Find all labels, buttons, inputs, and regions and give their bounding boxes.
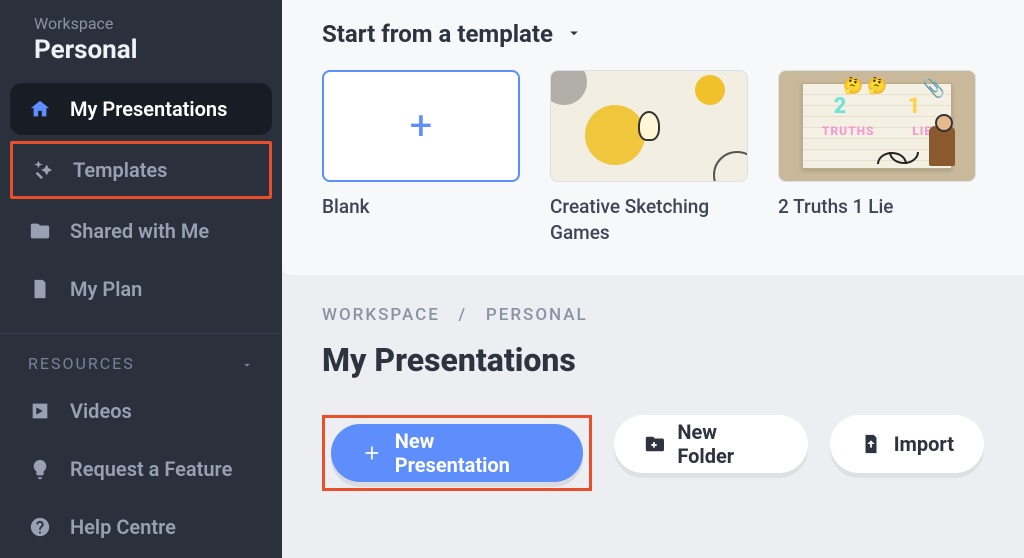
- sidebar-item-my-presentations[interactable]: My Presentations: [10, 83, 272, 135]
- divider: [0, 333, 282, 334]
- sidebar-item-label: Templates: [73, 158, 167, 182]
- new-presentation-button[interactable]: New Presentation: [331, 424, 583, 482]
- template-thumb-sketching: [550, 70, 748, 182]
- folder-plus-icon: [644, 433, 666, 455]
- breadcrumb-current: PERSONAL: [486, 305, 588, 325]
- button-label: New Presentation: [395, 429, 553, 477]
- workspace-header[interactable]: Workspace Personal: [0, 14, 282, 77]
- emoji-icon: 🤔: [843, 76, 863, 95]
- sidebar-item-templates[interactable]: Templates: [10, 141, 272, 199]
- help-icon: [28, 515, 52, 539]
- template-card-blank[interactable]: + Blank: [322, 70, 520, 245]
- caret-down-icon: [565, 20, 583, 48]
- sidebar-item-my-plan[interactable]: My Plan: [10, 263, 272, 315]
- sidebar-item-label: Help Centre: [70, 515, 176, 539]
- sidebar-item-request-feature[interactable]: Request a Feature: [10, 443, 272, 495]
- resources-nav: Videos Request a Feature Help Centre: [0, 379, 282, 558]
- action-bar: New Presentation New Folder Import: [322, 415, 984, 491]
- play-icon: [28, 399, 52, 423]
- template-card-label: Blank: [322, 194, 520, 220]
- template-strip-title: Start from a template: [322, 20, 553, 48]
- breadcrumb-root[interactable]: WORKSPACE: [322, 305, 440, 325]
- button-label: New Folder: [677, 420, 777, 468]
- page-title: My Presentations: [322, 341, 984, 379]
- template-strip: Start from a template + Blank Creative: [282, 0, 1024, 275]
- folder-shared-icon: [28, 219, 52, 243]
- breadcrumb-sep: /: [459, 305, 468, 325]
- sidebar-item-videos[interactable]: Videos: [10, 385, 272, 437]
- breadcrumb: WORKSPACE / PERSONAL: [322, 305, 984, 325]
- resources-section-toggle[interactable]: RESOURCES: [0, 340, 282, 379]
- new-folder-button[interactable]: New Folder: [614, 415, 808, 473]
- bulb-icon: [28, 457, 52, 481]
- plus-icon: [361, 442, 383, 464]
- sidebar-item-label: Request a Feature: [70, 457, 232, 481]
- resources-label: RESOURCES: [28, 354, 135, 373]
- sidebar-item-label: Videos: [70, 399, 132, 423]
- emoji-icon: 🤔: [867, 76, 887, 95]
- new-presentation-highlight: New Presentation: [322, 415, 592, 491]
- main-content: Start from a template + Blank Creative: [282, 0, 1024, 558]
- workspace-area: WORKSPACE / PERSONAL My Presentations Ne…: [282, 275, 1024, 558]
- template-card-label: 2 Truths 1 Lie: [778, 194, 976, 220]
- wand-icon: [31, 158, 55, 182]
- workspace-name: Personal: [34, 35, 258, 65]
- template-thumb-blank: +: [322, 70, 520, 182]
- sidebar: Workspace Personal My Presentations Temp…: [0, 0, 282, 558]
- workspace-label: Workspace: [34, 14, 258, 33]
- primary-nav: My Presentations Templates Shared with M…: [0, 77, 282, 327]
- sidebar-item-label: Shared with Me: [70, 219, 209, 243]
- home-icon: [28, 97, 52, 121]
- chevron-down-icon: [240, 357, 254, 371]
- import-button[interactable]: Import: [830, 415, 984, 473]
- template-strip-heading[interactable]: Start from a template: [322, 20, 984, 48]
- template-thumb-truths: 🤔 🤔 📎 21 TRUTHSLIE: [778, 70, 976, 182]
- import-icon: [860, 433, 882, 455]
- sidebar-item-shared[interactable]: Shared with Me: [10, 205, 272, 257]
- template-card-truths-lie[interactable]: 🤔 🤔 📎 21 TRUTHSLIE 2 Truths 1 Lie: [778, 70, 976, 245]
- template-cards: + Blank Creative Sketching Games 🤔 🤔: [322, 70, 984, 245]
- template-card-creative-sketching[interactable]: Creative Sketching Games: [550, 70, 748, 245]
- sidebar-item-label: My Presentations: [70, 97, 227, 121]
- button-label: Import: [894, 432, 954, 456]
- template-card-label: Creative Sketching Games: [550, 194, 748, 245]
- sidebar-item-help-centre[interactable]: Help Centre: [10, 501, 272, 553]
- sidebar-item-label: My Plan: [70, 277, 142, 301]
- plus-icon: +: [410, 106, 433, 146]
- invoice-icon: [28, 277, 52, 301]
